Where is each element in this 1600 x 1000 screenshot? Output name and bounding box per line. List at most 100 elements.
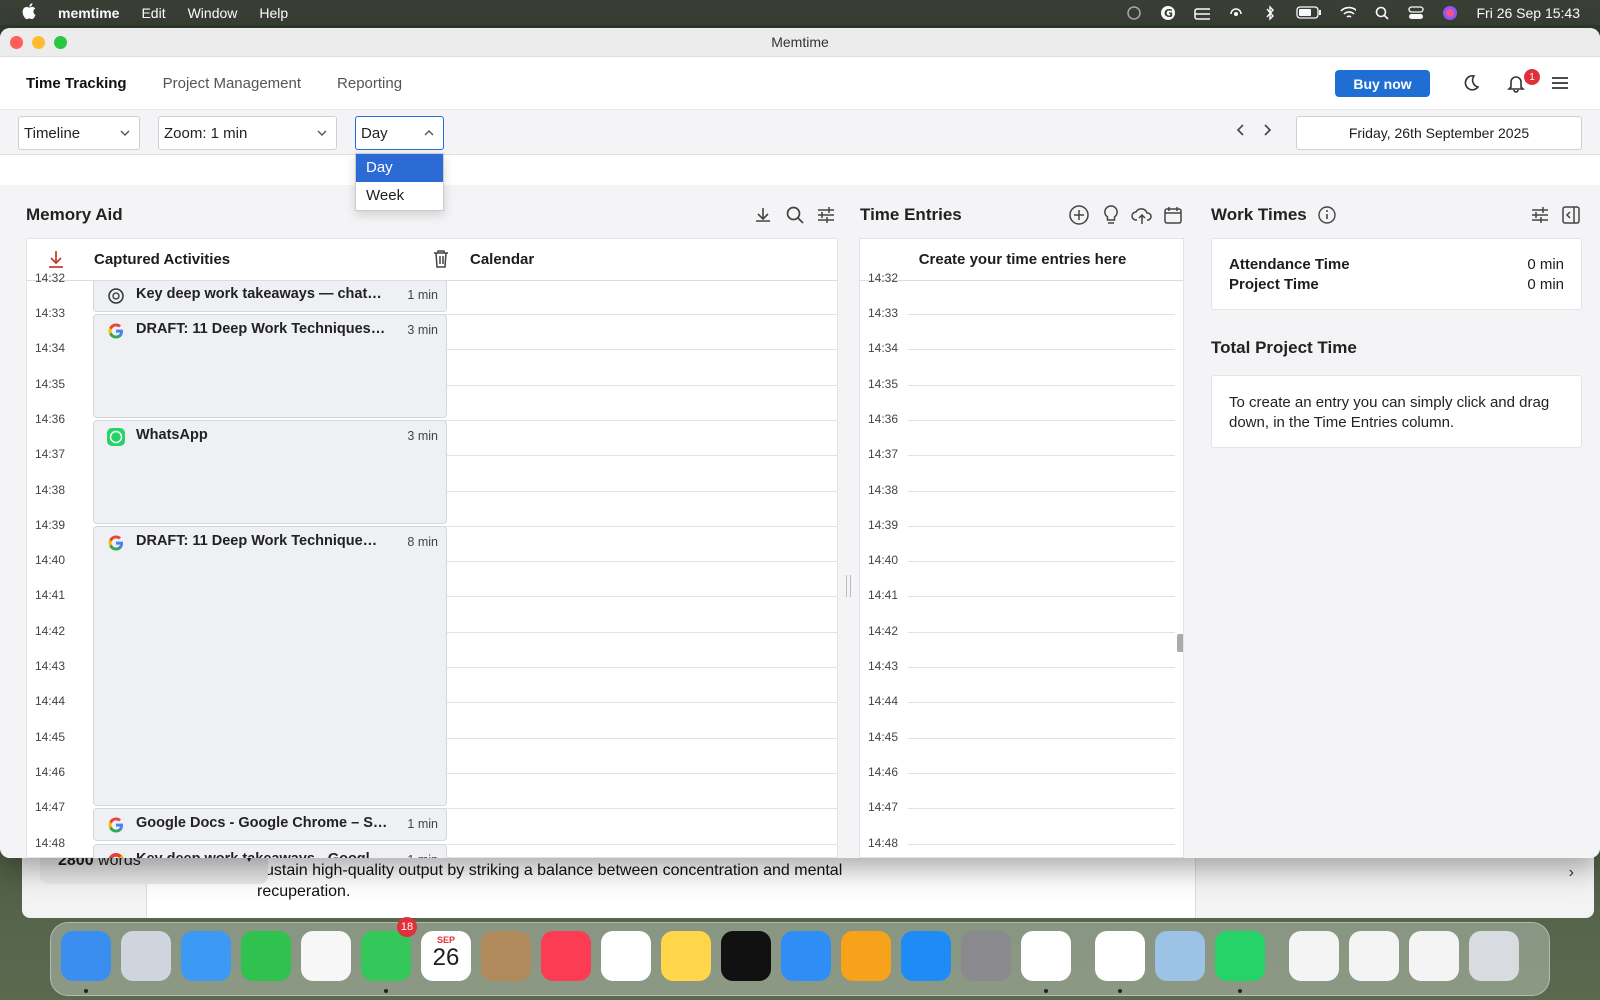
search-icon[interactable] [1374, 6, 1390, 20]
preview-icon[interactable] [1155, 931, 1205, 981]
lightbulb-icon[interactable] [1100, 204, 1122, 226]
cloud-upload-icon[interactable] [1131, 204, 1153, 226]
focus-icon[interactable] [1126, 5, 1142, 20]
search-icon[interactable] [784, 204, 806, 226]
bear-icon[interactable] [1095, 931, 1145, 981]
app-store-icon[interactable] [901, 931, 951, 981]
range-option-week[interactable]: Week [356, 182, 443, 210]
date-picker[interactable]: Friday, 26th September 2025 [1296, 116, 1582, 150]
tab-reporting[interactable]: Reporting [337, 75, 402, 92]
grid-line [908, 525, 1175, 527]
download-icon[interactable] [752, 204, 774, 226]
reminders-icon[interactable] [301, 931, 351, 981]
messages-icon[interactable] [361, 931, 411, 981]
scrollbar-thumb[interactable] [1177, 634, 1183, 652]
launchpad-icon[interactable] [121, 931, 171, 981]
activity-item[interactable]: WhatsApp 3 min [93, 419, 447, 524]
activity-item[interactable]: Google Docs - Google Chrome – S… 1 min [93, 808, 447, 842]
menu-app-name[interactable]: memtime [58, 5, 119, 21]
chevron-right-icon[interactable]: › [1569, 864, 1574, 882]
mail-icon[interactable] [181, 931, 231, 981]
grid-line [908, 772, 1175, 774]
activity-title: WhatsApp [136, 426, 208, 443]
music-icon[interactable] [541, 931, 591, 981]
system-settings-icon[interactable] [961, 931, 1011, 981]
view-select[interactable]: Timeline [18, 116, 140, 150]
grid-line [908, 490, 1175, 492]
finder-icon[interactable] [61, 931, 111, 981]
previous-day-button[interactable] [1236, 123, 1246, 142]
activity-item[interactable]: Key deep work takeaways — chat… 1 min [93, 281, 447, 312]
tab-time-tracking[interactable]: Time Tracking [26, 75, 127, 92]
activity-item[interactable]: Key deep work takeaways - Googl… 1 min [93, 843, 447, 858]
grammarly-icon[interactable]: G [1160, 5, 1176, 20]
activity-title: Key deep work takeaways — chat… [136, 285, 382, 302]
grid-line [440, 808, 837, 810]
scroll-to-bottom-icon[interactable] [47, 249, 65, 273]
activity-item[interactable]: DRAFT: 11 Deep Work Technique… 8 min [93, 525, 447, 807]
minimize-window-button[interactable] [32, 36, 45, 49]
range-option-day[interactable]: Day [356, 154, 443, 182]
chrome-icon[interactable] [1021, 931, 1071, 981]
tab-project-management[interactable]: Project Management [163, 75, 301, 92]
contacts-icon[interactable] [481, 931, 531, 981]
calendar-app-icon[interactable]: SEP 26 [421, 931, 471, 981]
grid-line [908, 631, 1175, 633]
column-resize-handle[interactable] [846, 575, 851, 597]
calendar-icon[interactable] [1162, 204, 1184, 226]
dark-mode-icon[interactable] [1458, 71, 1482, 95]
freeform-icon[interactable] [601, 931, 651, 981]
memory-aid-title: Memory Aid [26, 205, 123, 224]
recent-doc-2-icon[interactable] [1349, 931, 1399, 981]
window-title: Memtime [771, 34, 829, 50]
activity-duration: 1 min [407, 817, 438, 832]
notes-icon[interactable] [661, 931, 711, 981]
activity-duration: 1 min [407, 287, 438, 302]
filter-settings-icon[interactable] [815, 204, 837, 226]
grid-line [440, 490, 837, 492]
grid-line [440, 419, 837, 421]
time-entries-timeline[interactable]: 14:32 14:33 14:34 14:35 14:36 14:37 14:38 14:39… [860, 271, 1183, 857]
menubar-clock[interactable]: Fri 26 Sep 15:43 [1476, 5, 1580, 21]
close-window-button[interactable] [10, 36, 23, 49]
next-day-button[interactable] [1262, 123, 1272, 142]
bluetooth-icon[interactable] [1262, 4, 1278, 21]
menu-help[interactable]: Help [259, 5, 288, 21]
drive-icon[interactable] [1194, 6, 1211, 20]
project-time-label: Project Time [1229, 276, 1319, 293]
wifi-icon[interactable] [1340, 6, 1357, 20]
activity-duration: 3 min [407, 323, 438, 337]
collapse-panel-icon[interactable] [1560, 204, 1582, 226]
add-entry-icon[interactable] [1068, 204, 1090, 226]
time-label: 14:39 [867, 517, 898, 532]
google-icon [106, 533, 126, 553]
keynote-icon[interactable] [781, 931, 831, 981]
trash-icon[interactable] [432, 249, 450, 273]
whatsapp-icon[interactable] [1215, 931, 1265, 981]
maximize-window-button[interactable] [54, 36, 67, 49]
range-select[interactable]: Day [355, 116, 444, 150]
siri-icon[interactable] [1442, 5, 1458, 20]
window-controls [10, 36, 76, 49]
buy-now-button[interactable]: Buy now [1335, 70, 1430, 97]
pages-icon[interactable] [841, 931, 891, 981]
menu-window[interactable]: Window [188, 5, 238, 21]
time-label: 14:45 [867, 729, 898, 744]
control-center-icon[interactable] [1408, 5, 1425, 20]
activity-item[interactable]: DRAFT: 11 Deep Work Techniques… 3 min [93, 314, 447, 418]
trash-icon[interactable] [1469, 931, 1519, 981]
battery-icon[interactable] [1296, 6, 1322, 20]
filter-settings-icon[interactable] [1529, 204, 1551, 226]
chevron-up-icon [423, 126, 435, 143]
hamburger-menu-icon[interactable] [1548, 71, 1572, 95]
info-icon[interactable] [1316, 204, 1338, 226]
recent-doc-3-icon[interactable] [1409, 931, 1459, 981]
airdrop-icon[interactable] [1228, 6, 1244, 20]
time-label: 14:44 [867, 694, 898, 709]
recent-doc-1-icon[interactable] [1289, 931, 1339, 981]
menu-edit[interactable]: Edit [141, 5, 165, 21]
zoom-select[interactable]: Zoom: 1 min [158, 116, 337, 150]
facetime-icon[interactable] [241, 931, 291, 981]
apple-icon[interactable] [22, 2, 42, 23]
apple-tv-icon[interactable] [721, 931, 771, 981]
